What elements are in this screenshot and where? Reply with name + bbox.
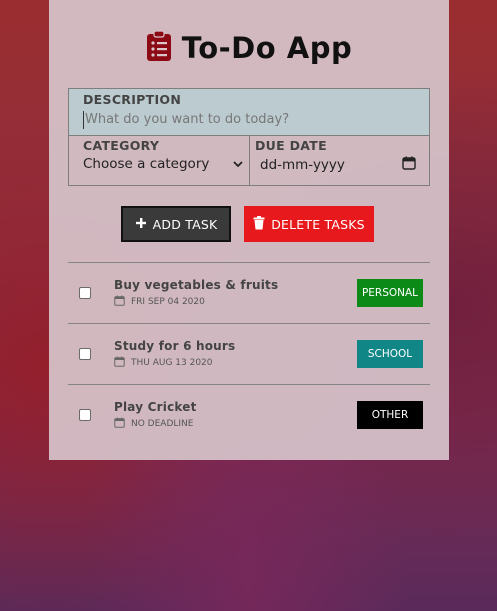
category-select-value: Choose a category: [83, 156, 210, 172]
calendar-icon: [114, 356, 125, 370]
task-form: DESCRIPTION CATEGORY Choose a category D…: [68, 88, 430, 186]
description-label: DESCRIPTION: [83, 92, 182, 107]
add-task-button[interactable]: ADD TASK: [121, 206, 231, 242]
list-item: Play Cricket NO DEADLINE OTHER: [68, 384, 430, 445]
description-section: DESCRIPTION: [69, 89, 429, 136]
todo-card: To-Do App DESCRIPTION CATEGORY Choose a …: [49, 0, 449, 460]
due-date-section: DUE DATE dd-mm-yyyy: [250, 136, 429, 185]
task-checkbox[interactable]: [79, 348, 91, 360]
category-select[interactable]: Choose a category: [83, 156, 249, 172]
task-date: THU AUG 13 2020: [114, 356, 213, 370]
task-checkbox[interactable]: [79, 409, 91, 421]
calendar-icon: [114, 417, 125, 431]
due-date-label: DUE DATE: [255, 138, 327, 153]
task-checkbox[interactable]: [79, 287, 91, 299]
plus-icon: [135, 216, 147, 233]
calendar-icon: [114, 295, 125, 309]
due-date-value: dd-mm-yyyy: [260, 157, 345, 173]
add-task-label: ADD TASK: [152, 216, 218, 232]
task-title: Play Cricket: [114, 400, 197, 414]
trash-icon: [253, 215, 265, 233]
due-date-input[interactable]: dd-mm-yyyy: [255, 156, 429, 174]
delete-tasks-button[interactable]: DELETE TASKS: [244, 206, 374, 242]
category-badge: PERSONAL: [357, 279, 423, 307]
form-row: CATEGORY Choose a category DUE DATE dd-m…: [69, 136, 429, 185]
task-title: Study for 6 hours: [114, 339, 236, 353]
delete-tasks-label: DELETE TASKS: [271, 216, 365, 232]
task-title: Buy vegetables & fruits: [114, 278, 279, 292]
category-label: CATEGORY: [83, 138, 160, 153]
task-list: Buy vegetables & fruits FRI SEP 04 2020 …: [68, 262, 430, 445]
list-item: Study for 6 hours THU AUG 13 2020 SCHOOL: [68, 323, 430, 384]
app-header: To-Do App: [49, 28, 449, 68]
task-date: FRI SEP 04 2020: [114, 295, 205, 309]
task-date-text: NO DEADLINE: [131, 419, 194, 429]
calendar-icon[interactable]: [402, 156, 416, 174]
task-date-text: FRI SEP 04 2020: [131, 297, 205, 307]
description-input[interactable]: [83, 110, 415, 129]
category-section: CATEGORY Choose a category: [69, 136, 250, 185]
app-title: To-Do App: [181, 31, 353, 65]
category-badge: OTHER: [357, 401, 423, 429]
task-date-text: THU AUG 13 2020: [131, 358, 213, 368]
list-item: Buy vegetables & fruits FRI SEP 04 2020 …: [68, 262, 430, 323]
chevron-down-icon: [233, 158, 243, 171]
task-date: NO DEADLINE: [114, 417, 193, 431]
clipboard-list-icon: [146, 30, 172, 66]
category-badge: SCHOOL: [357, 340, 423, 368]
